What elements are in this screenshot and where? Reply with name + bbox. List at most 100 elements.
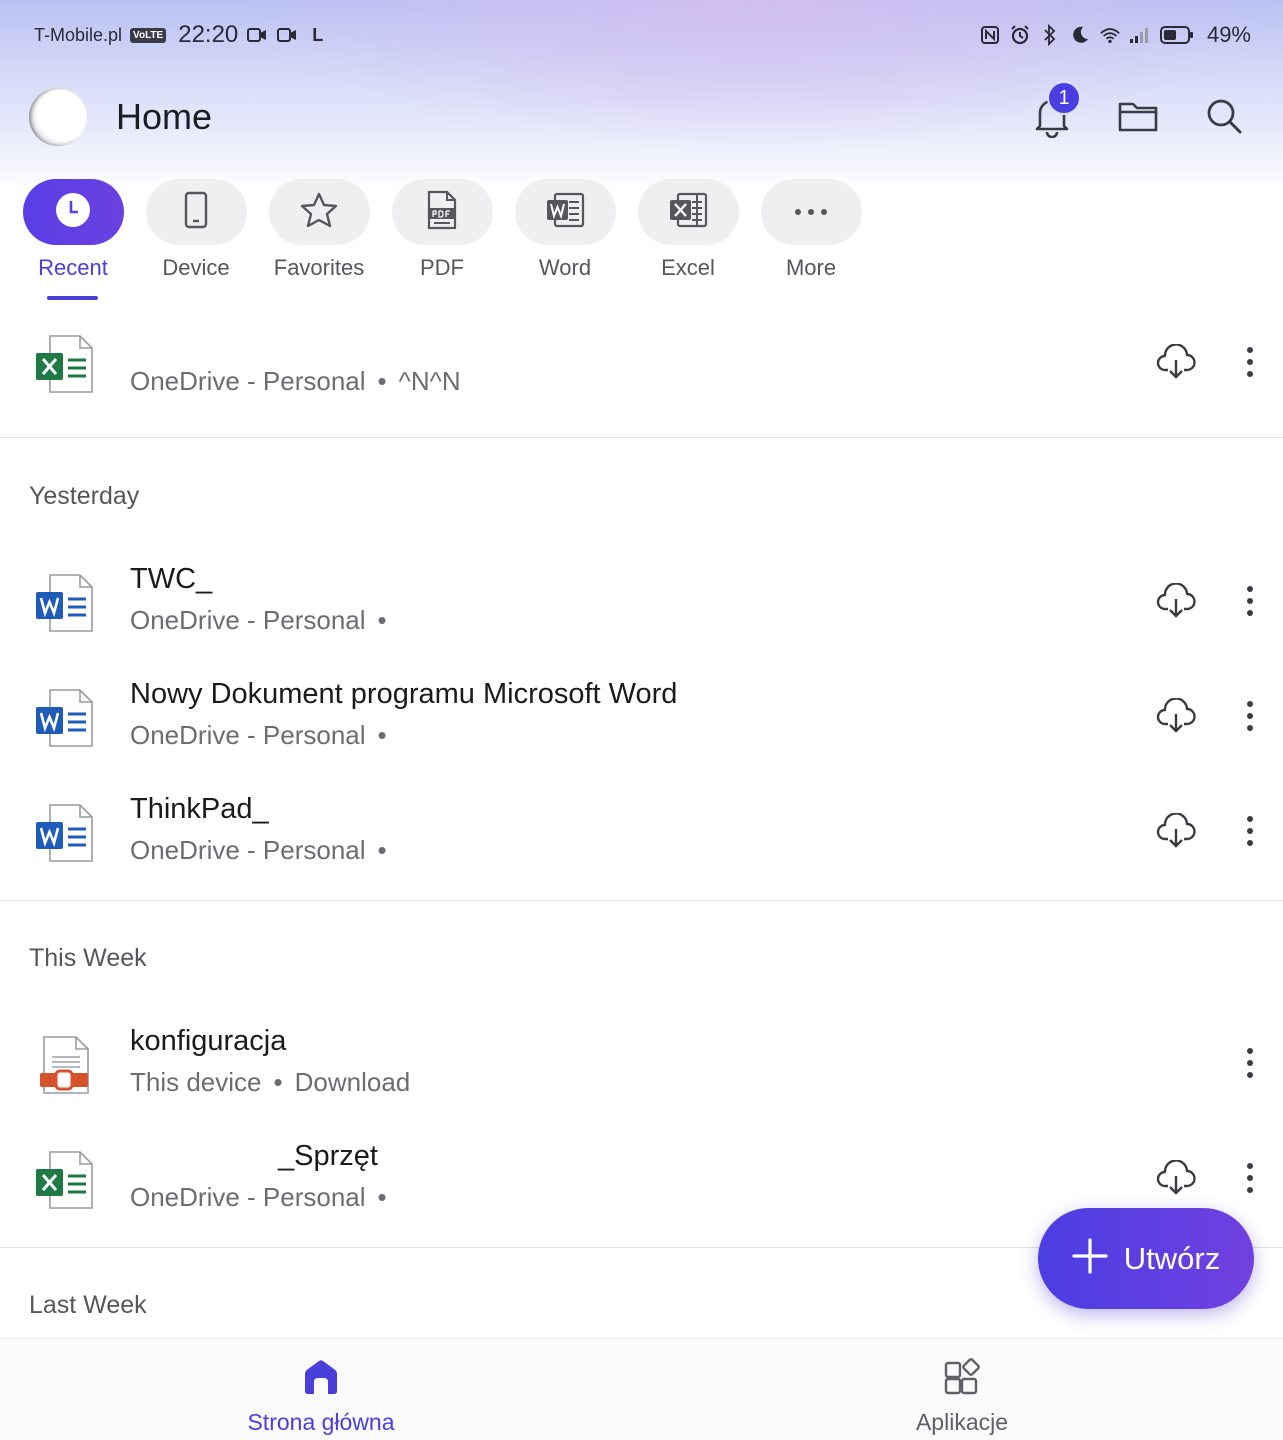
separator-dot: • — [273, 1067, 283, 1097]
tab-label: PDF — [420, 255, 464, 280]
cloud-download-icon — [1156, 581, 1196, 624]
battery-percent: 49% — [1206, 22, 1251, 47]
file-location: OneDrive - Personal — [130, 605, 366, 635]
file-meta: OneDrive - Personal • — [130, 835, 399, 866]
word-file-icon — [34, 688, 96, 750]
create-button-label: Utwórz — [1123, 1240, 1221, 1276]
separator-dot: • — [377, 1182, 387, 1212]
plus-icon — [1072, 1238, 1108, 1279]
file-meta: OneDrive - Personal • — [130, 720, 399, 751]
files-button[interactable] — [1114, 94, 1162, 142]
cloud-download-icon — [1156, 696, 1196, 739]
file-location: OneDrive - Personal — [130, 366, 366, 396]
nfc-icon — [979, 24, 1001, 46]
folder-icon — [1118, 99, 1158, 138]
nav-apps[interactable]: Aplikacje — [862, 1357, 1062, 1436]
notification-count-badge: 1 — [1047, 81, 1081, 115]
tab-label: Device — [162, 255, 230, 280]
more-vertical-icon — [1246, 585, 1254, 622]
tab-word[interactable]: Word — [514, 179, 616, 281]
download-button[interactable] — [1154, 696, 1198, 740]
status-bar: T-Mobile.pl VoLTE 22:20 L 49% — [0, 0, 1283, 70]
page-title: Home — [116, 96, 213, 137]
file-options-button[interactable] — [1232, 1158, 1268, 1202]
tab-label: Excel — [661, 255, 715, 280]
network-type: L — [312, 24, 324, 45]
favorites-chip[interactable] — [268, 179, 370, 245]
download-button[interactable] — [1154, 342, 1198, 386]
file-meta: OneDrive - Personal • — [130, 605, 399, 636]
file-row[interactable]: konfiguracja This device • Download — [0, 1013, 1283, 1123]
section-divider — [0, 900, 1283, 901]
file-row[interactable]: TWC_ OneDrive - Personal • — [0, 551, 1283, 661]
more-vertical-icon — [1246, 1162, 1254, 1199]
separator-dot: • — [377, 605, 387, 635]
alarm-icon — [1009, 24, 1031, 46]
star-icon — [299, 191, 339, 234]
excel-icon — [668, 192, 708, 233]
wifi-icon — [1099, 24, 1121, 46]
section-title-this-week: This Week — [29, 944, 147, 972]
download-button[interactable] — [1154, 811, 1198, 855]
bluetooth-icon — [1039, 24, 1061, 46]
tab-pdf[interactable]: PDF — [391, 179, 493, 281]
account-avatar[interactable] — [29, 88, 87, 146]
download-button[interactable] — [1154, 581, 1198, 625]
file-location: OneDrive - Personal — [130, 720, 366, 750]
section-title-yesterday: Yesterday — [29, 482, 140, 510]
excel-file-icon — [34, 334, 96, 396]
more-horizontal-icon — [794, 203, 828, 221]
recent-chip[interactable] — [22, 179, 124, 245]
battery-icon — [1159, 24, 1195, 46]
file-options-button[interactable] — [1232, 581, 1268, 625]
pdf-icon — [425, 190, 459, 235]
excel-chip[interactable] — [637, 179, 739, 245]
file-options-button[interactable] — [1232, 1043, 1268, 1087]
file-options-button[interactable] — [1232, 342, 1268, 386]
file-row[interactable]: ThinkPad_ OneDrive - Personal • — [0, 781, 1283, 891]
tab-label: Recent — [38, 255, 108, 280]
file-row[interactable]: OneDrive - Personal • ^N^N — [0, 312, 1283, 422]
pdf-chip[interactable] — [391, 179, 493, 245]
file-options-button[interactable] — [1232, 696, 1268, 740]
section-title-last-week: Last Week — [29, 1291, 147, 1319]
volte-badge: VoLTE — [130, 27, 167, 43]
status-clock: 22:20 — [178, 21, 239, 48]
search-icon — [1205, 97, 1243, 140]
nav-home[interactable]: Strona główna — [221, 1357, 421, 1436]
tab-label: Favorites — [273, 255, 365, 280]
section-divider — [0, 437, 1283, 438]
file-name: TWC_ — [130, 563, 213, 595]
home-icon — [221, 1357, 421, 1397]
more-vertical-icon — [1246, 1047, 1254, 1084]
file-meta: OneDrive - Personal • ^N^N — [130, 366, 461, 397]
file-options-button[interactable] — [1232, 811, 1268, 855]
separator-dot: • — [377, 366, 387, 396]
more-chip[interactable] — [760, 179, 862, 245]
word-chip[interactable] — [514, 179, 616, 245]
file-row[interactable]: Nowy Dokument programu Microsoft Word On… — [0, 666, 1283, 776]
do-not-disturb-moon-icon — [1069, 24, 1091, 46]
file-location: OneDrive - Personal — [130, 1182, 366, 1212]
create-button[interactable]: Utwórz — [1038, 1208, 1254, 1309]
separator-dot: • — [377, 720, 387, 750]
notification-app-icon-2 — [276, 24, 298, 46]
tab-device[interactable]: Device — [145, 179, 247, 281]
file-name: konfiguracja — [130, 1025, 287, 1057]
nav-apps-label: Aplikacje — [915, 1409, 1009, 1435]
app-header: Home — [0, 80, 1283, 156]
file-name: ThinkPad_ — [130, 793, 269, 825]
word-file-icon — [34, 573, 96, 635]
download-button[interactable] — [1154, 1158, 1198, 1202]
tab-favorites[interactable]: Favorites — [268, 179, 370, 281]
tab-recent[interactable]: Recent — [22, 179, 124, 281]
bottom-navigation: Strona główna Aplikacje — [0, 1338, 1283, 1440]
phone-icon — [183, 191, 209, 234]
separator-dot: • — [377, 835, 387, 865]
file-location: OneDrive - Personal — [130, 835, 366, 865]
device-chip[interactable] — [145, 179, 247, 245]
search-button[interactable] — [1200, 94, 1248, 142]
tab-excel[interactable]: Excel — [637, 179, 739, 281]
tab-more[interactable]: More — [760, 179, 862, 281]
cloud-download-icon — [1156, 811, 1196, 854]
